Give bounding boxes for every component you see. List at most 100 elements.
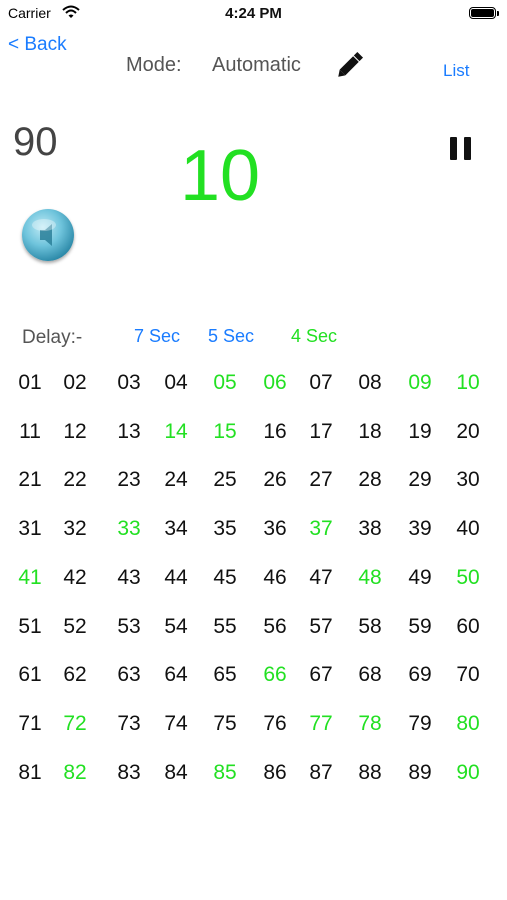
number-cell-76: 76 — [263, 712, 287, 735]
number-cell-50: 50 — [456, 566, 480, 589]
number-cell-08: 08 — [358, 371, 382, 394]
number-cell-37: 37 — [309, 517, 333, 540]
number-cell-82: 82 — [63, 761, 87, 784]
number-cell-60: 60 — [456, 615, 480, 638]
number-cell-02: 02 — [63, 371, 87, 394]
number-cell-39: 39 — [408, 517, 432, 540]
delay-option-4-sec[interactable]: 4 Sec — [291, 326, 337, 347]
battery-icon — [469, 7, 499, 19]
list-button[interactable]: List — [443, 61, 469, 81]
number-cell-33: 33 — [117, 517, 141, 540]
number-cell-62: 62 — [63, 663, 87, 686]
mode-label: Mode: — [126, 54, 182, 76]
number-cell-56: 56 — [263, 615, 287, 638]
back-button[interactable]: < Back — [8, 34, 67, 56]
speaker-button[interactable] — [22, 209, 74, 261]
number-cell-04: 04 — [164, 371, 188, 394]
edit-pencil-icon[interactable] — [336, 50, 366, 83]
number-cell-24: 24 — [164, 468, 188, 491]
number-cell-18: 18 — [358, 420, 382, 443]
number-cell-25: 25 — [213, 468, 237, 491]
number-cell-41: 41 — [18, 566, 42, 589]
number-cell-69: 69 — [408, 663, 432, 686]
number-cell-63: 63 — [117, 663, 141, 686]
mode-value[interactable]: Automatic — [212, 54, 301, 77]
number-cell-44: 44 — [164, 566, 188, 589]
number-cell-22: 22 — [63, 468, 87, 491]
number-cell-38: 38 — [358, 517, 382, 540]
number-cell-66: 66 — [263, 663, 287, 686]
number-cell-81: 81 — [18, 761, 42, 784]
number-cell-32: 32 — [63, 517, 87, 540]
number-cell-10: 10 — [456, 371, 480, 394]
number-cell-17: 17 — [309, 420, 333, 443]
number-cell-40: 40 — [456, 517, 480, 540]
number-cell-29: 29 — [408, 468, 432, 491]
pause-icon[interactable] — [450, 137, 472, 160]
number-cell-26: 26 — [263, 468, 287, 491]
number-cell-87: 87 — [309, 761, 333, 784]
number-cell-21: 21 — [18, 468, 42, 491]
number-cell-15: 15 — [213, 420, 237, 443]
number-cell-75: 75 — [213, 712, 237, 735]
number-cell-52: 52 — [63, 615, 87, 638]
number-cell-48: 48 — [358, 566, 382, 589]
number-cell-83: 83 — [117, 761, 141, 784]
number-cell-89: 89 — [408, 761, 432, 784]
number-cell-19: 19 — [408, 420, 432, 443]
number-cell-11: 11 — [19, 420, 41, 443]
number-cell-68: 68 — [358, 663, 382, 686]
number-cell-79: 79 — [408, 712, 432, 735]
number-cell-16: 16 — [263, 420, 287, 443]
number-cell-53: 53 — [117, 615, 141, 638]
number-cell-49: 49 — [408, 566, 432, 589]
number-cell-47: 47 — [309, 566, 333, 589]
number-cell-86: 86 — [263, 761, 287, 784]
number-cell-43: 43 — [117, 566, 141, 589]
number-cell-80: 80 — [456, 712, 480, 735]
number-cell-36: 36 — [263, 517, 287, 540]
number-cell-03: 03 — [117, 371, 141, 394]
number-cell-84: 84 — [164, 761, 188, 784]
speaker-icon — [32, 219, 56, 246]
number-cell-42: 42 — [63, 566, 87, 589]
number-cell-57: 57 — [309, 615, 333, 638]
number-cell-58: 58 — [358, 615, 382, 638]
number-cell-34: 34 — [164, 517, 188, 540]
number-cell-28: 28 — [358, 468, 382, 491]
number-cell-20: 20 — [456, 420, 480, 443]
number-cell-54: 54 — [164, 615, 188, 638]
number-cell-70: 70 — [456, 663, 480, 686]
number-cell-71: 71 — [18, 712, 42, 735]
number-cell-12: 12 — [63, 420, 87, 443]
number-cell-51: 51 — [18, 615, 42, 638]
current-number: 10 — [179, 136, 261, 216]
number-cell-90: 90 — [456, 761, 480, 784]
number-cell-64: 64 — [164, 663, 188, 686]
number-cell-01: 01 — [18, 371, 42, 394]
number-cell-78: 78 — [358, 712, 382, 735]
number-cell-72: 72 — [63, 712, 87, 735]
number-cell-67: 67 — [309, 663, 333, 686]
number-cell-59: 59 — [408, 615, 432, 638]
delay-option-5-sec[interactable]: 5 Sec — [208, 326, 254, 347]
number-cell-85: 85 — [213, 761, 237, 784]
number-cell-05: 05 — [213, 371, 237, 394]
number-cell-65: 65 — [213, 663, 237, 686]
number-cell-07: 07 — [309, 371, 333, 394]
number-cell-23: 23 — [117, 468, 141, 491]
number-cell-46: 46 — [263, 566, 287, 589]
number-cell-73: 73 — [117, 712, 141, 735]
number-cell-13: 13 — [117, 420, 141, 443]
number-cell-55: 55 — [213, 615, 237, 638]
number-cell-35: 35 — [213, 517, 237, 540]
delay-label: Delay:- — [22, 327, 83, 348]
delay-option-7-sec[interactable]: 7 Sec — [134, 326, 180, 347]
number-cell-09: 09 — [408, 371, 432, 394]
number-cell-06: 06 — [263, 371, 287, 394]
number-cell-30: 30 — [456, 468, 480, 491]
number-cell-88: 88 — [358, 761, 382, 784]
number-cell-14: 14 — [164, 420, 188, 443]
number-cell-77: 77 — [309, 712, 333, 735]
number-cell-45: 45 — [213, 566, 237, 589]
